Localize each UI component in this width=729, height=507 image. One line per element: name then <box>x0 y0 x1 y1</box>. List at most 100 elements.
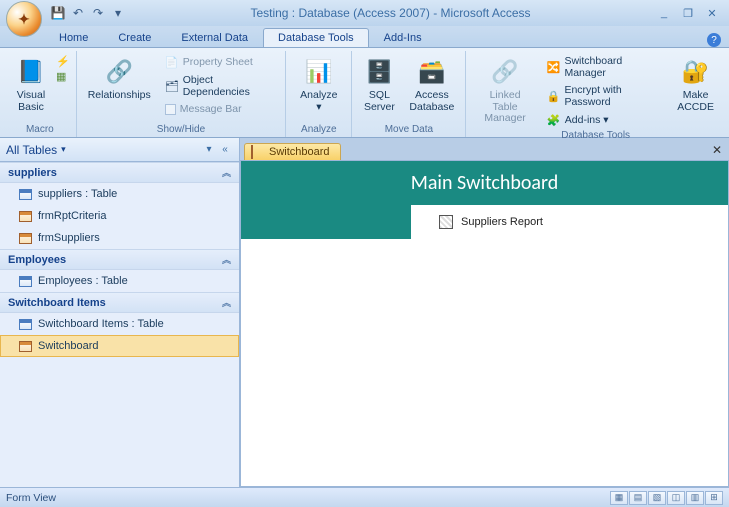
property-sheet-label: Property Sheet <box>183 56 253 68</box>
pivotchart-view-button[interactable]: ⊞ <box>705 491 723 505</box>
nav-item-employees-table[interactable]: Employees : Table <box>0 270 239 292</box>
form-icon <box>251 146 265 158</box>
office-logo-icon: ✦ <box>18 11 30 28</box>
switchboard-sidebar-block <box>241 205 411 239</box>
group-macro: 📘 Visual Basic ⚡ ▦ Macro <box>4 51 77 137</box>
window-title: Testing : Database (Access 2007) - Micro… <box>126 6 655 20</box>
nav-item-label: Employees : Table <box>38 275 128 287</box>
make-accde-icon: 🔐 <box>680 56 712 88</box>
nav-group-employees[interactable]: Employees ︽ <box>0 249 239 270</box>
relationships-icon: 🔗 <box>103 56 135 88</box>
sql-server-icon: 🗄️ <box>363 56 395 88</box>
relationships-button[interactable]: 🔗 Relationships <box>83 53 156 105</box>
linked-table-label: Linked Table Manager <box>477 90 532 125</box>
ribbon-tabs: Home Create External Data Database Tools… <box>0 26 729 48</box>
macro-builder-icon[interactable]: ▦ <box>56 70 70 83</box>
minimize-button[interactable]: _ <box>655 6 673 20</box>
addins-label: Add-ins ▾ <box>565 114 609 126</box>
group-dbtools: 🔗 Linked Table Manager 🔀 Switchboard Man… <box>466 51 725 137</box>
nav-group-label: Switchboard Items <box>8 297 106 309</box>
run-macro-icon[interactable]: ⚡ <box>56 55 70 68</box>
nav-search-dropdown-icon[interactable]: ▾ <box>201 142 217 158</box>
object-dependencies-button[interactable]: 🗂 Object Dependencies <box>160 72 280 100</box>
sql-server-button[interactable]: 🗄️ SQL Server <box>358 53 400 116</box>
tab-external-data[interactable]: External Data <box>166 28 263 47</box>
save-icon[interactable]: 💾 <box>50 5 66 21</box>
tab-home[interactable]: Home <box>44 28 103 47</box>
nav-item-frmrptcriteria[interactable]: frmRptCriteria <box>0 205 239 227</box>
analyze-icon: 📊 <box>303 56 335 88</box>
form-view-button[interactable]: ▦ <box>610 491 628 505</box>
status-bar: Form View ▦ ▤ ▧ ◫ ▥ ⊞ <box>0 487 729 507</box>
group-showhide-label: Show/Hide <box>83 123 280 137</box>
help-icon[interactable]: ? <box>707 33 721 47</box>
group-analyze-label: Analyze <box>292 123 345 137</box>
window-controls: _ ❐ ✕ <box>655 6 721 20</box>
collapse-icon: ︽ <box>222 166 231 179</box>
title-bar: ✦ 💾 ↶ ↷ ▾ Testing : Database (Access 200… <box>0 0 729 26</box>
datasheet-view-button[interactable]: ▤ <box>629 491 647 505</box>
document-close-button[interactable]: ✕ <box>709 142 725 158</box>
design-view-button[interactable]: ◫ <box>667 491 685 505</box>
switchboard-item-icon <box>439 215 453 229</box>
visual-basic-button[interactable]: 📘 Visual Basic <box>10 53 52 116</box>
message-bar-label: Message Bar <box>180 103 242 115</box>
collapse-icon: ︽ <box>222 296 231 309</box>
switchboard-item-suppliers-report[interactable]: Suppliers Report <box>439 215 543 229</box>
object-dependencies-icon: 🗂 <box>165 79 179 93</box>
visual-basic-label: Visual Basic <box>17 90 45 113</box>
addins-button[interactable]: 🧩 Add-ins ▾ <box>542 111 668 129</box>
collapse-icon: ︽ <box>222 253 231 266</box>
tab-database-tools[interactable]: Database Tools <box>263 28 369 47</box>
switchboard-item-label: Suppliers Report <box>461 216 543 228</box>
make-accde-button[interactable]: 🔐 Make ACCDE <box>672 53 719 116</box>
nav-item-frmsuppliers[interactable]: frmSuppliers <box>0 227 239 249</box>
addins-icon: 🧩 <box>547 113 561 127</box>
document-tabs: Switchboard ✕ <box>240 138 729 160</box>
nav-collapse-icon[interactable]: « <box>217 142 233 158</box>
document-tab-switchboard[interactable]: Switchboard <box>244 143 341 160</box>
table-icon <box>18 274 32 288</box>
document-area: Switchboard ✕ Main Switchboard Suppliers… <box>240 138 729 487</box>
sql-server-label: SQL Server <box>364 90 395 113</box>
nav-item-switchboard[interactable]: Switchboard <box>0 335 239 357</box>
quick-access-toolbar: 💾 ↶ ↷ ▾ <box>50 5 126 21</box>
encrypt-icon: 🔒 <box>547 89 561 103</box>
encrypt-password-button[interactable]: 🔒 Encrypt with Password <box>542 82 668 110</box>
nav-group-switchboard-items[interactable]: Switchboard Items ︽ <box>0 292 239 313</box>
ribbon: 📘 Visual Basic ⚡ ▦ Macro 🔗 Relationships… <box>0 48 729 138</box>
status-text: Form View <box>6 492 56 504</box>
object-dependencies-label: Object Dependencies <box>183 74 275 98</box>
nav-group-suppliers[interactable]: suppliers ︽ <box>0 162 239 183</box>
access-database-button[interactable]: 🗃️ Access Database <box>404 53 459 116</box>
property-sheet-button: 📄 Property Sheet <box>160 53 280 71</box>
close-button[interactable]: ✕ <box>703 6 721 20</box>
layout-view-button[interactable]: ▧ <box>648 491 666 505</box>
view-buttons: ▦ ▤ ▧ ◫ ▥ ⊞ <box>610 491 723 505</box>
nav-group-label: Employees <box>8 254 66 266</box>
access-database-icon: 🗃️ <box>416 56 448 88</box>
nav-group-label: suppliers <box>8 167 57 179</box>
navigation-pane: All Tables ▾ ▾ « suppliers ︽ suppliers :… <box>0 138 240 487</box>
nav-item-suppliers-table[interactable]: suppliers : Table <box>0 183 239 205</box>
restore-button[interactable]: ❐ <box>679 6 697 20</box>
nav-pane-header[interactable]: All Tables ▾ ▾ « <box>0 138 239 162</box>
analyze-button[interactable]: 📊 Analyze ▾ <box>292 53 345 116</box>
tab-addins[interactable]: Add-Ins <box>369 28 437 47</box>
linked-table-manager-button: 🔗 Linked Table Manager <box>472 53 537 128</box>
table-icon <box>18 187 32 201</box>
form-icon <box>18 209 32 223</box>
qat-dropdown-icon[interactable]: ▾ <box>110 5 126 21</box>
nav-item-switchboard-items-table[interactable]: Switchboard Items : Table <box>0 313 239 335</box>
nav-item-label: suppliers : Table <box>38 188 117 200</box>
form-icon <box>18 339 32 353</box>
pivot-view-button[interactable]: ▥ <box>686 491 704 505</box>
undo-icon[interactable]: ↶ <box>70 5 86 21</box>
switchboard-manager-button[interactable]: 🔀 Switchboard Manager <box>542 53 668 81</box>
form-icon <box>18 231 32 245</box>
tab-create[interactable]: Create <box>103 28 166 47</box>
nav-item-label: frmRptCriteria <box>38 210 106 222</box>
office-button[interactable]: ✦ <box>6 1 42 37</box>
redo-icon[interactable]: ↷ <box>90 5 106 21</box>
group-movedata: 🗄️ SQL Server 🗃️ Access Database Move Da… <box>352 51 466 137</box>
